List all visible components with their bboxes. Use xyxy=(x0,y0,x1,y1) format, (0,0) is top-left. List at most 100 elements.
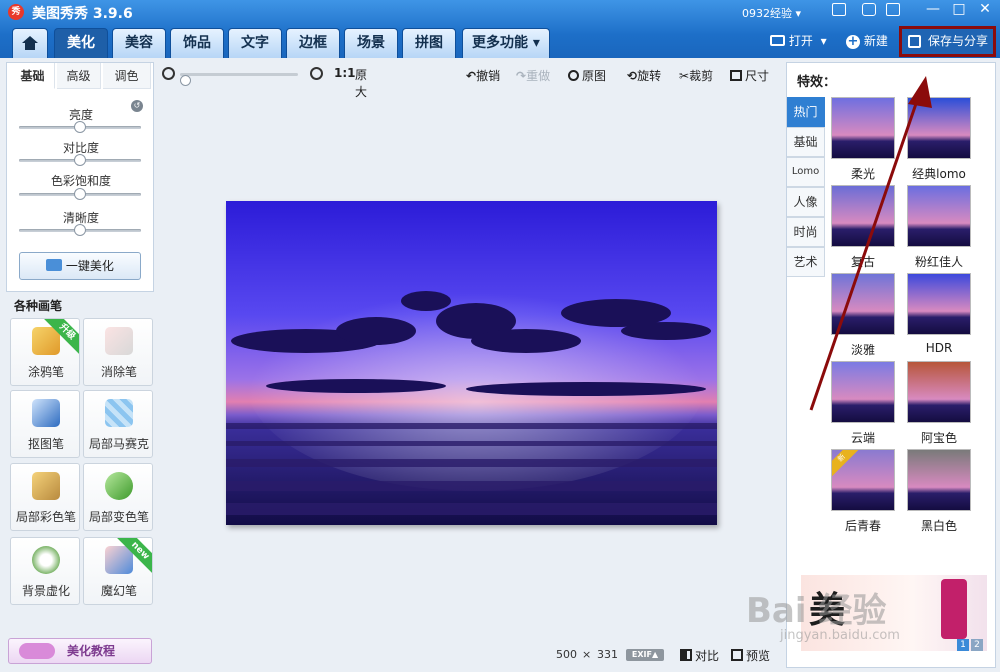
contrast-slider[interactable] xyxy=(19,154,141,166)
compare-button[interactable]: 对比 xyxy=(680,647,719,664)
effect-label: 淡雅 xyxy=(850,343,875,357)
redo-icon: ↷ xyxy=(516,69,527,83)
tab-basic[interactable]: 基础 xyxy=(11,63,55,89)
tab-accessories[interactable]: 饰品 xyxy=(170,28,224,58)
zoom-in-icon[interactable] xyxy=(310,67,323,80)
tab-hot[interactable]: 热门 xyxy=(787,97,825,127)
undo-icon: ↶ xyxy=(466,69,477,83)
tab-beautify[interactable]: 美化 xyxy=(54,28,108,58)
magic-icon xyxy=(46,259,63,271)
background-blur-button[interactable]: 背景虚化 xyxy=(10,537,80,605)
tab-fx-basic[interactable]: 基础 xyxy=(787,127,825,157)
tab-frame[interactable]: 边框 xyxy=(286,28,340,58)
redo-button[interactable]: ↷重做 xyxy=(516,67,550,84)
zoom-knob[interactable] xyxy=(180,75,191,86)
preview-label: 预览 xyxy=(746,649,771,663)
undo-label: 撤销 xyxy=(476,69,501,83)
account-menu[interactable]: 0932经验 ▾ xyxy=(742,5,801,21)
preview-button[interactable]: 预览 xyxy=(731,647,770,664)
color-change-brush-label: 局部变色笔 xyxy=(88,510,149,524)
minimize-icon[interactable]: — xyxy=(922,1,944,17)
local-color-brush-label: 局部彩色笔 xyxy=(15,510,76,524)
magic-brush-button[interactable]: new 魔幻笔 xyxy=(83,537,153,605)
rotate-icon: ⟲ xyxy=(627,69,638,83)
skin-icon[interactable] xyxy=(832,3,846,16)
zoom-out-icon[interactable] xyxy=(162,67,175,80)
app-logo: 秀 xyxy=(8,4,24,20)
effect-item[interactable]: 阿宝色 xyxy=(907,361,971,445)
cutout-brush-button[interactable]: 抠图笔 xyxy=(10,390,80,458)
effect-item[interactable]: HDR xyxy=(907,273,971,355)
message-icon[interactable] xyxy=(862,3,876,16)
effect-thumbnail xyxy=(831,273,895,335)
brightness-slider[interactable] xyxy=(19,121,141,133)
tab-portrait[interactable]: 人像 xyxy=(787,187,825,217)
tab-lomo[interactable]: Lomo xyxy=(787,157,825,187)
menu-icon[interactable] xyxy=(886,3,900,16)
save-icon xyxy=(908,35,921,48)
page-2[interactable]: 2 xyxy=(971,639,983,651)
tab-art[interactable]: 艺术 xyxy=(787,247,825,277)
home-tab[interactable] xyxy=(12,28,48,58)
effect-item[interactable]: 粉红佳人 xyxy=(907,185,971,269)
color-change-brush-button[interactable]: 局部变色笔 xyxy=(83,463,153,531)
zoom-slider[interactable] xyxy=(180,73,298,86)
maximize-icon[interactable]: □ xyxy=(948,1,970,17)
one-click-label: 一键美化 xyxy=(65,259,114,273)
effect-item[interactable]: 黑白色 xyxy=(907,449,971,533)
exif-button[interactable]: EXIF▲ xyxy=(626,649,664,661)
effect-item[interactable]: 柔光 xyxy=(831,97,895,181)
undo-button[interactable]: ↶撤销 xyxy=(466,67,500,84)
effect-thumbnail xyxy=(831,97,895,159)
effect-item[interactable]: 经典lomo xyxy=(907,97,971,181)
effect-label: 黑白色 xyxy=(920,519,957,533)
tab-advanced[interactable]: 高级 xyxy=(57,63,101,89)
close-icon[interactable]: ✕ xyxy=(974,1,996,17)
sharpness-slider[interactable] xyxy=(19,224,141,236)
tutorial-button[interactable]: 美化教程 xyxy=(8,638,152,664)
tab-cosmetic[interactable]: 美容 xyxy=(112,28,166,58)
effect-item[interactable]: 复古 xyxy=(831,185,895,269)
resize-button[interactable]: 尺寸 xyxy=(730,67,769,84)
saturation-slider[interactable] xyxy=(19,188,141,200)
actual-size-label[interactable]: 原大 xyxy=(355,66,367,100)
tab-text[interactable]: 文字 xyxy=(228,28,282,58)
contrast-knob[interactable] xyxy=(74,154,86,166)
photo-canvas[interactable] xyxy=(226,201,717,525)
tab-more-features[interactable]: 更多功能 ▾ xyxy=(462,28,550,58)
original-button[interactable]: 原图 xyxy=(568,67,606,84)
new-button[interactable]: + 新建 xyxy=(846,32,888,54)
effect-label: 复古 xyxy=(850,255,875,269)
tab-scene[interactable]: 场景 xyxy=(344,28,398,58)
effect-thumbnail xyxy=(907,273,971,335)
paint-bucket-icon xyxy=(105,472,133,500)
effect-item[interactable]: 云端 xyxy=(831,361,895,445)
sharpness-knob[interactable] xyxy=(74,224,86,236)
watermark: Bai 经验 xyxy=(746,591,887,631)
rotate-button[interactable]: ⟲旋转 xyxy=(627,67,661,84)
mosaic-icon xyxy=(105,399,133,427)
eraser-brush-button[interactable]: 消除笔 xyxy=(83,318,153,386)
mosaic-brush-button[interactable]: 局部马赛克 xyxy=(83,390,153,458)
eraser-brush-label: 消除笔 xyxy=(100,365,137,379)
tab-fashion[interactable]: 时尚 xyxy=(787,217,825,247)
save-share-button[interactable]: 保存与分享 xyxy=(899,26,996,57)
effect-item[interactable]: 新后青春 xyxy=(831,449,895,533)
doodle-brush-button[interactable]: 升级 涂鸦笔 xyxy=(10,318,80,386)
crop-button[interactable]: ✂裁剪 xyxy=(679,67,713,84)
saturation-knob[interactable] xyxy=(74,188,86,200)
resize-icon xyxy=(730,70,742,81)
actual-size-ratio[interactable]: 1:1 xyxy=(334,66,356,80)
app-title: 美图秀秀 3.9.6 xyxy=(32,6,133,22)
tab-color[interactable]: 调色 xyxy=(103,63,151,89)
adjust-panel: 基础 高级 调色 ↺ 亮度 对比度 色彩饱和度 清晰度 一键美化 xyxy=(6,62,154,292)
effect-item[interactable]: 淡雅 xyxy=(831,273,895,357)
tab-collage[interactable]: 拼图 xyxy=(402,28,456,58)
brush-section-title: 各种画笔 xyxy=(14,299,63,313)
brightness-knob[interactable] xyxy=(74,121,86,133)
effect-label: 阿宝色 xyxy=(920,431,957,445)
local-color-brush-button[interactable]: 局部彩色笔 xyxy=(10,463,80,531)
one-click-beautify-button[interactable]: 一键美化 xyxy=(19,252,141,280)
open-button[interactable]: 打开 ▾ xyxy=(770,32,827,54)
page-1[interactable]: 1 xyxy=(957,639,969,651)
